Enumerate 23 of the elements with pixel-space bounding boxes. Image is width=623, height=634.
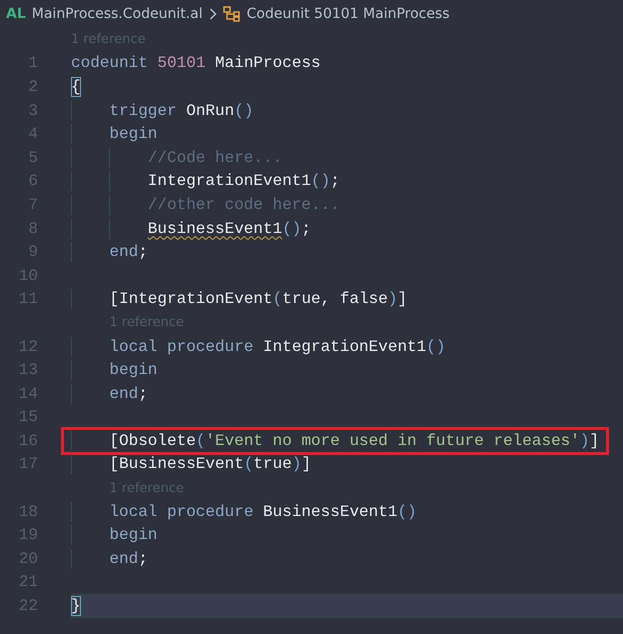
code-line: end;	[71, 242, 148, 262]
hierarchy-icon	[222, 6, 241, 22]
code-line: BusinessEvent1();	[71, 218, 312, 239]
chevron-icon	[208, 8, 217, 20]
code-line: //other code here...	[71, 194, 340, 215]
code-line: [BusinessEvent(true)]	[71, 454, 312, 474]
code-line: [IntegrationEvent(true, false)]	[71, 289, 408, 310]
code-line: //Code here...	[71, 148, 282, 168]
code-line: begin	[71, 124, 158, 144]
code-line: begin	[71, 525, 158, 546]
code-line: {	[71, 76, 81, 97]
code-line: }	[71, 596, 81, 616]
file-name[interactable]: MainProcess.Codeunit.al	[32, 6, 203, 22]
code-line: trigger OnRun()	[71, 100, 254, 121]
code-line: local procedure BusinessEvent1()	[71, 502, 417, 522]
code-line: IntegrationEvent1();	[71, 171, 340, 192]
language-label: AL	[6, 6, 26, 22]
code-line: begin	[71, 360, 158, 380]
code-line: codeunit 50101 MainProcess	[71, 53, 321, 74]
code-line: end;	[71, 548, 148, 569]
symbol-name[interactable]: Codeunit 50101 MainProcess	[246, 6, 450, 22]
code-line: end;	[71, 384, 148, 404]
code-line: local procedure IntegrationEvent1()	[71, 336, 446, 357]
